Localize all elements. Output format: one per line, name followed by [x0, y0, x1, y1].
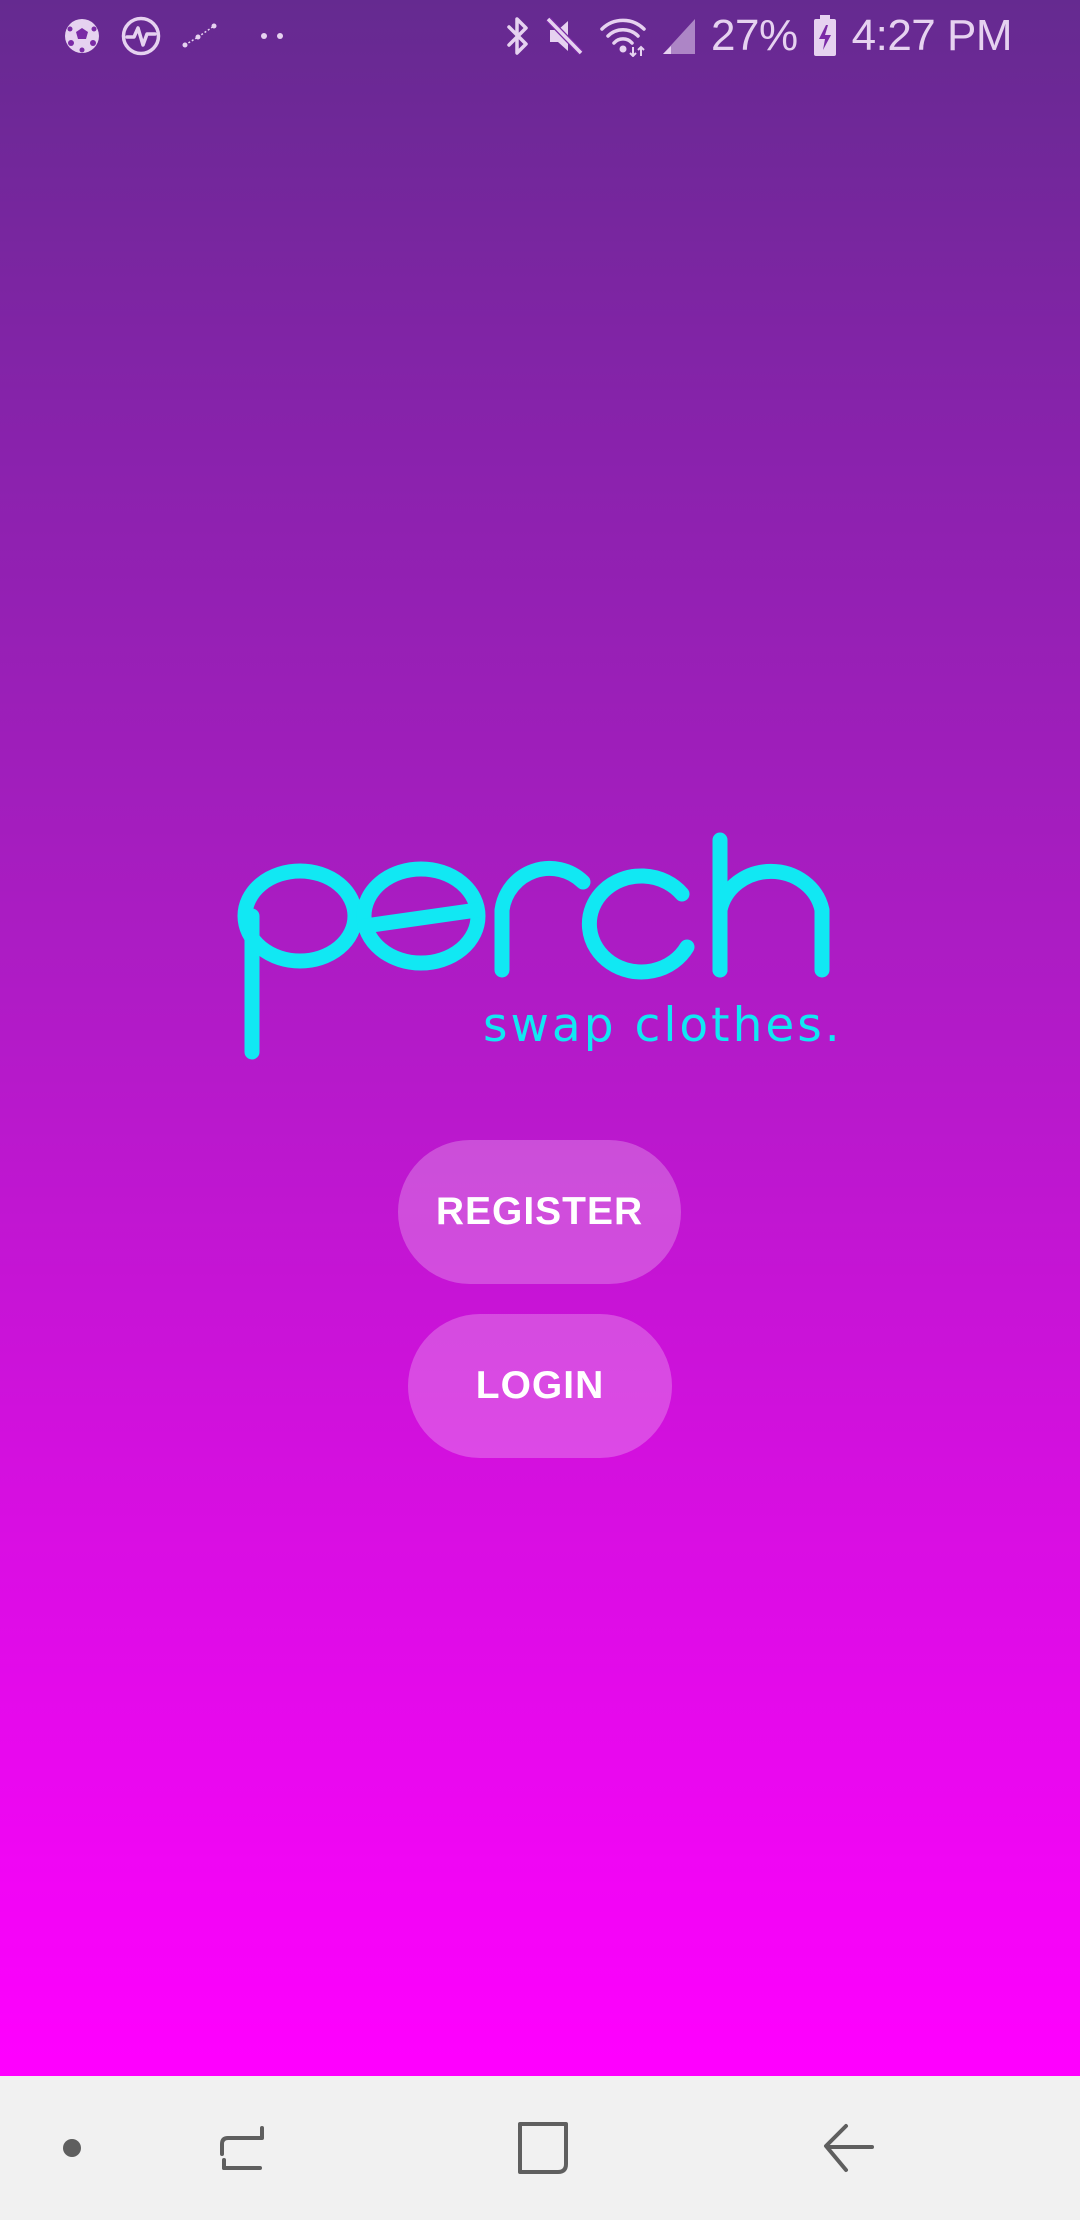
status-right-icons: 27% 4:27 PM	[505, 10, 1013, 62]
bluetooth-icon	[505, 15, 531, 57]
pulse-icon	[120, 15, 162, 57]
home-icon[interactable]	[504, 2076, 584, 2220]
soccer-ball-icon	[62, 16, 102, 56]
login-button[interactable]: LOGIN	[408, 1314, 672, 1458]
wifi-icon	[599, 15, 647, 57]
navigation-bar	[0, 2076, 1080, 2220]
dot-icon[interactable]	[42, 2076, 102, 2220]
constellation-icon	[180, 21, 220, 51]
status-bar: 27% 4:27 PM	[0, 0, 1080, 72]
recents-icon[interactable]	[202, 2076, 282, 2220]
more-dots-icon	[260, 31, 286, 41]
back-icon[interactable]	[808, 2076, 888, 2220]
signal-icon	[661, 16, 697, 56]
mute-icon	[545, 15, 585, 57]
register-button[interactable]: REGISTER	[398, 1140, 681, 1284]
clock: 4:27 PM	[851, 11, 1013, 60]
logo-tagline: swap clothes.	[483, 998, 843, 1053]
app-screen: 27% 4:27 PM swap clothes. REGISTER LOGIN	[0, 0, 1080, 2220]
battery-charging-icon	[812, 14, 838, 58]
status-left-icons	[62, 14, 286, 58]
battery-percent: 27%	[711, 11, 798, 60]
